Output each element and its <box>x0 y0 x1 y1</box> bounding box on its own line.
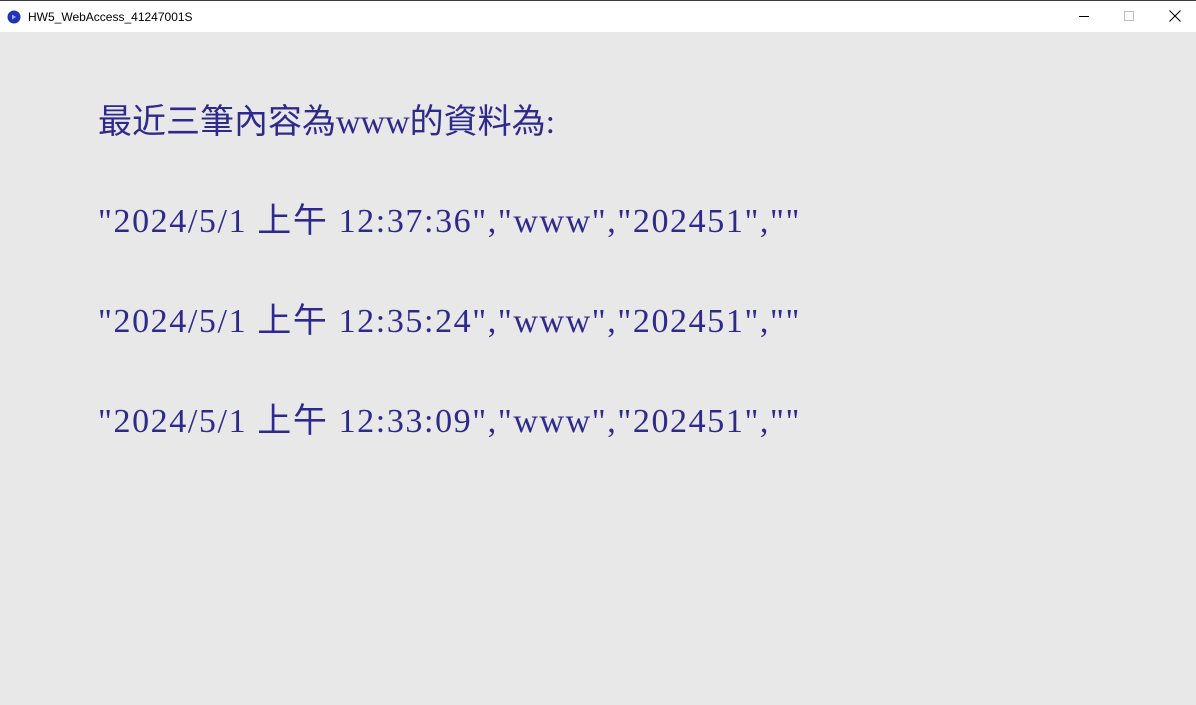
close-button[interactable] <box>1152 1 1196 32</box>
app-icon[interactable] <box>7 9 21 24</box>
results-heading: 最近三筆內容為www的資料為: <box>98 104 556 141</box>
maximize-icon <box>1123 7 1135 26</box>
record-line: "2024/5/1 上午 12:35:24","www","202451","" <box>98 303 801 340</box>
minimize-icon <box>1078 7 1090 26</box>
window-title: HW5_WebAccess_41247001S <box>28 10 193 24</box>
record-line: "2024/5/1 上午 12:37:36","www","202451","" <box>98 203 801 240</box>
title-bar[interactable]: HW5_WebAccess_41247001S <box>0 0 1196 32</box>
app-window: HW5_WebAccess_41247001S 最近三筆內容為www的資料為: … <box>0 0 1196 705</box>
maximize-button[interactable] <box>1106 1 1152 32</box>
record-line: "2024/5/1 上午 12:33:09","www","202451","" <box>98 403 801 440</box>
minimize-button[interactable] <box>1061 1 1107 32</box>
sketch-canvas: 最近三筆內容為www的資料為: "2024/5/1 上午 12:37:36","… <box>0 32 1196 705</box>
close-icon <box>1169 7 1181 26</box>
